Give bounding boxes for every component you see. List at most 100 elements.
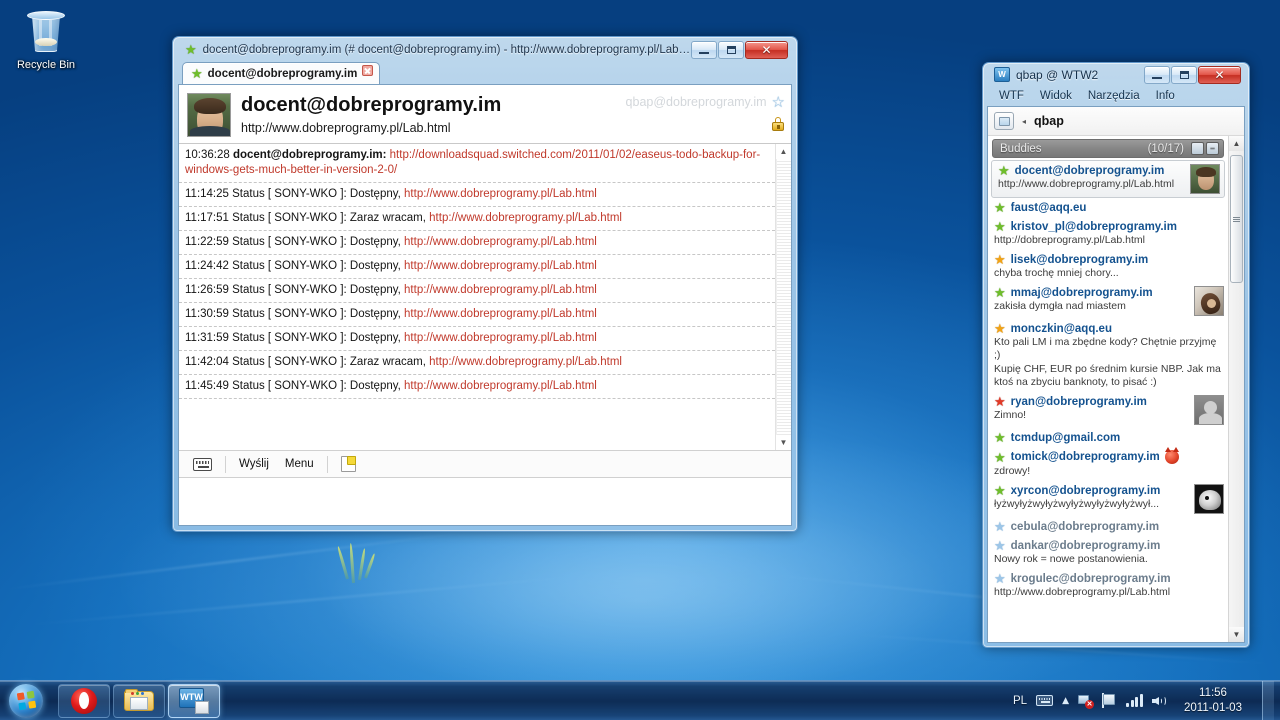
contact-name: cebula@dobreprogramy.im (1010, 520, 1160, 533)
taskbar-item-wtw[interactable]: WTW (168, 683, 220, 718)
contact-item[interactable]: ★ faust@aqq.eu (988, 198, 1228, 217)
status-star-icon: ★ (994, 449, 1006, 465)
close-button[interactable]: ✕ (1198, 65, 1241, 84)
message-row: 11:45:49 Status [ SONY-WKO ]: Dostępny, … (179, 375, 775, 399)
show-desktop-button[interactable] (1262, 680, 1274, 720)
contact-scrollbar[interactable]: ▲ ▼ (1228, 136, 1244, 642)
menu-item-info[interactable]: Info (1148, 88, 1183, 104)
menu-item-wtf[interactable]: WTF (991, 88, 1032, 104)
minimize-button[interactable] (691, 40, 717, 59)
status-star-icon: ★ (994, 519, 1006, 534)
scroll-up-icon[interactable]: ▲ (776, 144, 791, 159)
menu-item-narz-dzia[interactable]: Narzędzia (1080, 88, 1148, 104)
contact-item[interactable]: ★ kristov_pl@dobreprogramy.im http://dobre… (988, 217, 1228, 250)
start-button[interactable] (2, 683, 50, 719)
message-link[interactable]: http://www.dobreprogramy.pl/Lab.html (404, 188, 597, 200)
taskbar-items: WTW (58, 683, 220, 718)
contact-name-row: ★ dankar@dobreprogramy.im (994, 539, 1224, 552)
scroll-track[interactable] (776, 159, 791, 435)
chat-window-controls: ✕ (691, 40, 788, 59)
message-link[interactable]: http://www.dobreprogramy.pl/Lab.html (404, 284, 597, 296)
message-link[interactable]: http://www.dobreprogramy.pl/Lab.html (404, 380, 597, 392)
message-text: Status [ SONY-WKO ]: Zaraz wracam, (232, 212, 430, 224)
wallpaper-streak (1, 531, 469, 591)
scroll-down-icon[interactable]: ▼ (1229, 627, 1244, 642)
volume-icon[interactable] (1152, 694, 1168, 708)
contact-main: ★ cebula@dobreprogramy.im (994, 520, 1224, 533)
message-row: 10:36:28 docent@dobreprogramy.im: http:/… (179, 144, 775, 183)
message-link[interactable]: http://www.dobreprogramy.pl/Lab.html (404, 236, 597, 248)
contact-item[interactable]: ★ mmaj@dobreprogramy.im zakisła dymgła nad… (988, 283, 1228, 319)
status-star-icon: ★ (994, 483, 1006, 498)
contact-list-titlebar[interactable]: W qbap @ WTW2 ✕ (987, 63, 1245, 86)
contact-item[interactable]: ★ tomick@dobreprogramy.im zdrowy! (988, 447, 1228, 481)
chat-tab[interactable]: ★ docent@dobreprogramy.im (182, 62, 381, 84)
message-scrollbar[interactable]: ▲ ▼ (775, 144, 791, 450)
contact-scroll-wrapper: Buddies (10/17) − ★ docent@dobreprogramy.im h… (988, 136, 1244, 642)
contact-name: kristov_pl@dobreprogramy.im (1010, 220, 1177, 233)
scroll-thumb[interactable] (1230, 155, 1243, 283)
contact-list-title: qbap @ WTW2 (1016, 67, 1099, 82)
chevron-left-icon[interactable]: ◂ (1020, 117, 1028, 126)
contact-item[interactable]: ★ krogulec@dobreprogramy.im http://www.dob… (988, 569, 1228, 602)
maximize-button[interactable] (1171, 65, 1197, 84)
contact-list-window[interactable]: W qbap @ WTW2 ✕ WTF Widok Narzędzia Info ◂ … (982, 62, 1250, 648)
contact-item[interactable]: ★ docent@dobreprogramy.im http://www.dobre… (991, 160, 1225, 198)
contact-item[interactable]: ★ xyrcon@dobreprogramy.im łyżwyłyżwyłyżwył… (988, 481, 1228, 517)
contact-item[interactable]: ★ monczkin@aqq.eu Kto pali LM i ma zbędne … (988, 319, 1228, 392)
message-input[interactable] (179, 477, 791, 525)
message-link[interactable]: http://www.dobreprogramy.pl/Lab.html (404, 332, 597, 344)
taskbar-item-explorer[interactable] (113, 683, 165, 718)
wtw-logo-icon: W (994, 67, 1010, 82)
scroll-down-icon[interactable]: ▼ (776, 435, 791, 450)
send-button[interactable]: Wyślij (231, 454, 277, 475)
close-icon[interactable] (362, 65, 374, 76)
contact-list-controls: ✕ (1144, 65, 1241, 84)
contact-list[interactable]: Buddies (10/17) − ★ docent@dobreprogramy.im h… (988, 136, 1228, 642)
clock-date: 2011-01-03 (1184, 701, 1242, 714)
group-collapse-button[interactable]: − (1206, 142, 1219, 155)
contact-item[interactable]: ★ lisek@dobreprogramy.im chyba trochę mnie… (988, 250, 1228, 283)
lock-icon[interactable] (771, 117, 785, 131)
chat-toolbar: Wyślij Menu (179, 450, 791, 477)
chat-header-right: qbap@dobreprogramy.im ☆ (626, 93, 785, 131)
contact-item[interactable]: ★ cebula@dobreprogramy.im (988, 517, 1228, 536)
keyboard-tray-icon[interactable] (1036, 695, 1054, 706)
message-link[interactable]: http://www.dobreprogramy.pl/Lab.html (404, 260, 597, 272)
language-indicator[interactable]: PL (1013, 695, 1027, 707)
signal-strength-icon[interactable] (1126, 694, 1143, 707)
message-link[interactable]: http://www.dobreprogramy.pl/Lab.html (404, 308, 597, 320)
contact-group-header[interactable]: Buddies (10/17) − (992, 139, 1224, 158)
clock[interactable]: 11:56 2011-01-03 (1177, 686, 1249, 716)
message-list[interactable]: 10:36:28 docent@dobreprogramy.im: http:/… (179, 144, 775, 450)
contact-item[interactable]: ★ dankar@dobreprogramy.im Nowy rok = nowe … (988, 536, 1228, 569)
contact-item[interactable]: ★ tcmdup@gmail.com (988, 428, 1228, 447)
menu-button[interactable]: Menu (277, 454, 322, 475)
scroll-track[interactable] (1229, 151, 1244, 627)
favorite-star-icon[interactable]: ☆ (772, 93, 785, 111)
chat-window[interactable]: ★ docent@dobreprogramy.im (# docent@dobr… (172, 36, 798, 532)
message-link[interactable]: http://www.dobreprogramy.pl/Lab.html (429, 356, 622, 368)
minimize-button[interactable] (1144, 65, 1170, 84)
group-expand-button[interactable] (1191, 142, 1204, 155)
close-button[interactable]: ✕ (745, 40, 788, 59)
action-center-icon[interactable] (1102, 693, 1117, 708)
maximize-button[interactable] (718, 40, 744, 59)
message-link[interactable]: http://www.dobreprogramy.pl/Lab.html (429, 212, 622, 224)
status-icon[interactable] (994, 112, 1014, 130)
contact-item[interactable]: ★ ryan@dobreprogramy.im Zimno! (988, 392, 1228, 428)
chat-window-titlebar[interactable]: ★ docent@dobreprogramy.im (# docent@dobr… (178, 37, 792, 62)
note-button[interactable] (333, 454, 364, 475)
network-icon[interactable]: ✕ (1078, 694, 1094, 709)
account-status-bar[interactable]: ◂ qbap (988, 107, 1244, 136)
contact-description: Zimno! (994, 409, 1027, 421)
keyboard-button[interactable] (185, 454, 220, 475)
taskbar-item-opera[interactable] (58, 683, 110, 718)
group-name: Buddies (1000, 142, 1042, 155)
chat-tabstrip: ★ docent@dobreprogramy.im (178, 62, 792, 84)
show-hidden-icons-icon[interactable]: ▲ (1062, 696, 1069, 706)
scroll-up-icon[interactable]: ▲ (1229, 136, 1244, 151)
menu-item-widok[interactable]: Widok (1032, 88, 1080, 104)
wtw-icon: WTW (179, 687, 209, 714)
desktop-icon-recycle-bin[interactable]: Recycle Bin (8, 8, 84, 72)
